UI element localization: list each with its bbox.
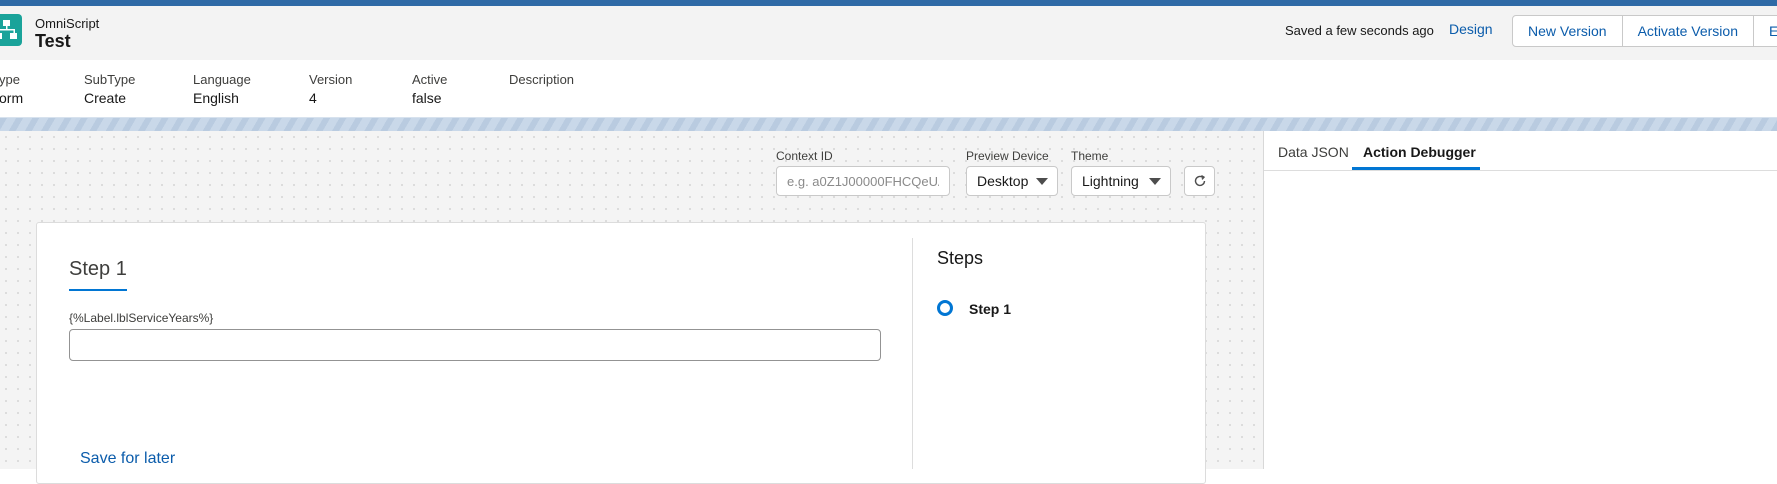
meta-active-value: false: [412, 90, 442, 106]
decorative-banner: [0, 117, 1777, 132]
context-id-label: Context ID: [776, 149, 833, 163]
preview-device-select[interactable]: Desktop: [966, 166, 1058, 196]
meta-subtype-value: Create: [84, 90, 127, 106]
meta-language-value: English: [193, 90, 239, 106]
new-version-button[interactable]: New Version: [1513, 16, 1623, 46]
theme-label: Theme: [1071, 149, 1109, 163]
page-header: OmniScript Test Saved a few seconds ago …: [0, 6, 1777, 61]
metadata-row: ype orm SubType Create Language English …: [0, 60, 1777, 117]
meta-description: Description: [509, 72, 574, 90]
theme-select[interactable]: Lightning: [1071, 166, 1171, 196]
preview-device-label: Preview Device: [966, 149, 1049, 163]
meta-active-label: Active: [412, 72, 448, 87]
meta-version: Version 4: [309, 72, 352, 106]
debug-panel: [1264, 131, 1777, 469]
activate-version-button[interactable]: Activate Version: [1623, 16, 1754, 46]
meta-description-label: Description: [509, 72, 575, 87]
meta-version-value: 4: [309, 90, 317, 106]
tabs-divider: [1264, 170, 1777, 171]
design-button[interactable]: Design: [1449, 21, 1493, 37]
meta-language: Language English: [193, 72, 251, 106]
tab-action-debugger[interactable]: Action Debugger: [1363, 144, 1476, 160]
context-id-input[interactable]: [776, 166, 950, 196]
edit-button[interactable]: Edit: [1754, 16, 1777, 46]
steps-title: Steps: [937, 248, 984, 268]
meta-subtype: SubType Create: [84, 72, 135, 106]
record-type-label: OmniScript: [35, 16, 100, 31]
step-indicator-icon: [937, 300, 953, 316]
steps-divider: [912, 238, 913, 469]
meta-language-label: Language: [193, 72, 251, 87]
meta-version-label: Version: [309, 72, 353, 87]
page-title: Test: [35, 31, 71, 51]
header-button-group: New Version Activate Version Edit: [1512, 15, 1777, 47]
chevron-down-icon: [1036, 178, 1048, 185]
meta-type-label: ype: [0, 72, 20, 87]
step-title: Step 1: [69, 258, 127, 291]
tab-data-json[interactable]: Data JSON: [1278, 144, 1349, 160]
theme-value: Lightning: [1082, 173, 1139, 189]
preview-device-value: Desktop: [977, 173, 1029, 189]
saved-status: Saved a few seconds ago: [1285, 23, 1434, 38]
refresh-icon: [1194, 175, 1206, 187]
step-item-label[interactable]: Step 1: [969, 301, 1011, 317]
meta-type-value: orm: [0, 90, 24, 106]
save-for-later-link[interactable]: Save for later: [80, 450, 175, 468]
service-years-label: {%Label.lblServiceYears%}: [69, 311, 214, 325]
service-years-input[interactable]: [69, 329, 881, 361]
meta-type: ype orm: [0, 72, 23, 106]
meta-active: Active false: [412, 72, 447, 106]
refresh-button[interactable]: [1184, 166, 1215, 196]
meta-subtype-label: SubType: [84, 72, 136, 87]
omniscript-app-icon: [0, 14, 22, 46]
chevron-down-icon: [1149, 178, 1161, 185]
